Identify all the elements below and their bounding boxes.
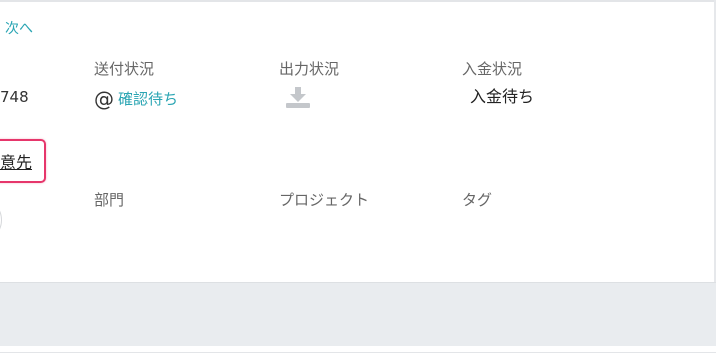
output-status-label: 出力状況 (279, 60, 340, 78)
send-status-label: 送付状況 (94, 60, 155, 78)
department-label: 部門 (94, 191, 125, 209)
bottom-divider (0, 352, 716, 353)
download-icon[interactable] (285, 86, 311, 108)
document-number: 748 (0, 88, 29, 106)
next-link[interactable]: 次へ (5, 19, 33, 39)
footer-band (0, 282, 716, 346)
invoice-detail-panel: 次へ 送付状況 出力状況 入金状況 748 @ 確認待ち 入金待ち 意先 部門 … (0, 0, 720, 360)
project-label: プロジェクト (279, 191, 370, 209)
customer-priority-link[interactable]: 意先 (0, 153, 32, 173)
payment-status-label: 入金状況 (462, 60, 523, 78)
right-divider (714, 0, 716, 282)
avatar (0, 198, 2, 242)
send-status-value[interactable]: @ 確認待ち (94, 87, 178, 111)
at-icon: @ (94, 87, 114, 111)
top-divider (0, 0, 716, 2)
tag-label: タグ (462, 191, 493, 209)
send-status-text: 確認待ち (118, 90, 179, 108)
payment-status-value: 入金待ち (470, 87, 535, 106)
